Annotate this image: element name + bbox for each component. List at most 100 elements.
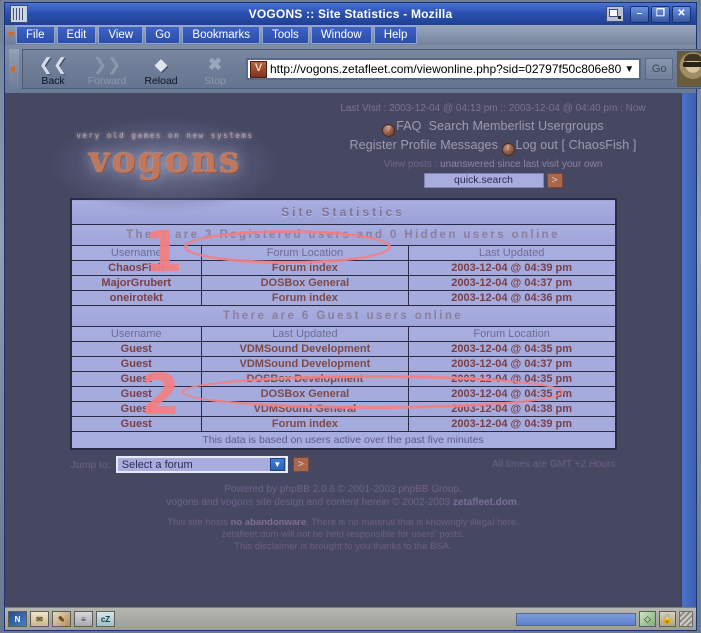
nav-link-profile[interactable]: Profile	[400, 138, 436, 152]
content-viewport: very old games on new systems vogons Las…	[5, 93, 696, 607]
site-statistics-table: Site Statistics There are 3 Registered u…	[69, 198, 617, 450]
toolbar-grip[interactable]	[9, 49, 19, 89]
favicon-icon	[250, 60, 267, 78]
guest-users-banner: There are 6 Guest users online	[70, 305, 616, 327]
navigator-icon[interactable]: N	[8, 611, 27, 627]
jump-go-button[interactable]: >	[292, 457, 309, 472]
header-last-updated[interactable]: Last Updated	[201, 326, 409, 342]
cell-location[interactable]: Forum index	[201, 260, 409, 276]
cell-location[interactable]: Forum index	[201, 416, 409, 432]
header-username[interactable]: Username	[70, 326, 203, 342]
menu-file[interactable]: File	[16, 26, 55, 44]
restore-icon[interactable]	[606, 6, 624, 22]
last-visit-text: Last Visit : 2003-12-04 @ 04:13 pm :: 20…	[340, 103, 646, 114]
guest-table-headers: Username Last Updated Forum Location	[70, 326, 616, 342]
close-button[interactable]: ✕	[672, 5, 691, 23]
cell-location[interactable]: VDMSound Development	[201, 341, 409, 357]
browser-window: VOGONS :: Site Statistics - Mozilla – ❐ …	[4, 2, 701, 631]
nav-link-usergroups[interactable]: Usergroups	[538, 119, 604, 133]
quick-search-input[interactable]: quick.search	[423, 173, 544, 188]
minimize-button[interactable]: –	[630, 5, 649, 23]
stop-button[interactable]: ✖ Stop	[188, 50, 242, 88]
header-forum-location[interactable]: Forum Location	[201, 245, 409, 261]
cell-username[interactable]: ChaosFish	[70, 260, 203, 276]
progress-bar	[516, 612, 636, 626]
zetafleet-link[interactable]: zetafleet.dom	[453, 497, 517, 508]
menu-window[interactable]: Window	[310, 26, 372, 44]
composer-icon[interactable]: ✎	[52, 611, 71, 627]
disclaimer-strong: no abandonware	[230, 517, 307, 528]
menu-tools[interactable]: Tools	[261, 26, 309, 44]
cell-location[interactable]: DOSBox Development	[201, 371, 409, 387]
nav-link-faq[interactable]: ? FAQ	[382, 119, 421, 137]
logout-icon: l	[501, 143, 515, 156]
table-row: oneirotekt Forum index 2003-12-04 @ 04:3…	[70, 290, 616, 306]
table-row: Guest VDMSound General 2003-12-04 @ 04:3…	[70, 401, 616, 417]
table-row: ChaosFish Forum index 2003-12-04 @ 04:39…	[70, 260, 616, 276]
header-forum-location[interactable]: Forum Location	[407, 326, 616, 342]
cell-updated: 2003-12-04 @ 04:35 pm	[407, 341, 616, 357]
menubar-grip[interactable]	[5, 25, 15, 45]
padlock-icon[interactable]: 🔓	[659, 611, 676, 627]
forum-select[interactable]: Select a forum ▼	[115, 456, 288, 473]
url-dropdown-icon[interactable]: ▼	[621, 64, 637, 75]
cell-location[interactable]: DOSBox General	[201, 275, 409, 291]
forum-select-value: Select a forum	[121, 458, 193, 471]
registered-users-banner: There are 3 Registered users and 0 Hidde…	[70, 224, 616, 246]
header-last-updated[interactable]: Last Updated	[407, 245, 616, 261]
quick-search-go-button[interactable]: >	[546, 173, 563, 188]
mozilla-icon	[10, 5, 28, 23]
nav-link-logout[interactable]: l Log out [ ChaosFish ]	[501, 138, 637, 156]
nav-link-register[interactable]: Register	[350, 138, 397, 152]
resize-grip[interactable]	[679, 611, 693, 627]
menu-go[interactable]: Go	[145, 26, 181, 44]
chatzilla-icon[interactable]: cZ	[96, 611, 115, 627]
cell-username: Guest	[70, 371, 203, 387]
cell-updated: 2003-12-04 @ 04:39 pm	[407, 416, 616, 432]
personal-toolbar-avatar[interactable]	[677, 51, 701, 87]
security-icon[interactable]: ◇	[639, 611, 656, 627]
reload-button[interactable]: ◆ Reload	[134, 50, 188, 88]
menu-bookmarks[interactable]: Bookmarks	[182, 26, 260, 44]
addressbook-icon[interactable]: ≡	[74, 611, 93, 627]
header-username[interactable]: Username	[70, 245, 203, 261]
jump-to-row: Jump to: Select a forum ▼ > All times ar…	[71, 456, 616, 473]
cell-location[interactable]: DOSBox General	[201, 386, 409, 402]
go-button[interactable]: Go	[645, 58, 674, 80]
view-posts-since-last-visit[interactable]: since last visit	[497, 159, 559, 170]
view-posts-your-own[interactable]: your own	[562, 159, 603, 170]
registered-banner-row: There are 3 Registered users and 0 Hidde…	[70, 224, 616, 246]
url-input[interactable]: http://vogons.zetafleet.com/viewonline.p…	[270, 62, 621, 76]
powered-by-line: Powered by phpBB 2.0.6 © 2001-2003 phpBB…	[224, 484, 462, 495]
navigation-toolbar: ❮❮ Back ❯❯ Forward ◆ Reload ✖ Stop h	[5, 45, 701, 93]
cell-updated: 2003-12-04 @ 04:35 pm	[407, 371, 616, 387]
registered-table-headers: Username Forum Location Last Updated	[70, 245, 616, 261]
cell-username[interactable]: MajorGrubert	[70, 275, 203, 291]
site-logo[interactable]: vogons	[76, 142, 253, 178]
view-posts-unanswered[interactable]: unanswered	[440, 159, 494, 170]
forum-nav-links: ? FAQ Search Memberlist Usergroups Regist…	[315, 118, 671, 156]
menu-help[interactable]: Help	[373, 26, 418, 44]
disclaimer-line-2: zetafleet.dom will not be held responsib…	[221, 529, 465, 540]
chevron-down-icon[interactable]: ▼	[269, 458, 285, 471]
url-bar[interactable]: http://vogons.zetafleet.com/viewonline.p…	[246, 58, 642, 80]
menu-view[interactable]: View	[98, 26, 144, 44]
back-button[interactable]: ❮❮ Back	[26, 50, 80, 88]
cell-location[interactable]: Forum index	[201, 290, 409, 306]
mail-icon[interactable]: ✉	[30, 611, 49, 627]
nav-link-messages[interactable]: Messages	[440, 138, 498, 152]
reload-icon: ◆	[154, 54, 168, 74]
cell-username: Guest	[70, 401, 203, 417]
nav-link-search[interactable]: Search	[429, 119, 469, 133]
menu-edit[interactable]: Edit	[56, 26, 97, 44]
vertical-scrollbar[interactable]	[681, 93, 696, 607]
jump-to-label: Jump to:	[70, 458, 111, 471]
cell-location[interactable]: VDMSound Development	[201, 356, 409, 372]
forward-button[interactable]: ❯❯ Forward	[80, 50, 134, 88]
maximize-button[interactable]: ❐	[651, 5, 670, 23]
nav-link-memberlist[interactable]: Memberlist	[472, 119, 534, 133]
cell-location[interactable]: VDMSound General	[201, 401, 409, 417]
guest-banner-row: There are 6 Guest users online	[70, 305, 616, 327]
cell-username[interactable]: oneirotekt	[70, 290, 203, 306]
back-label: Back	[41, 75, 65, 87]
